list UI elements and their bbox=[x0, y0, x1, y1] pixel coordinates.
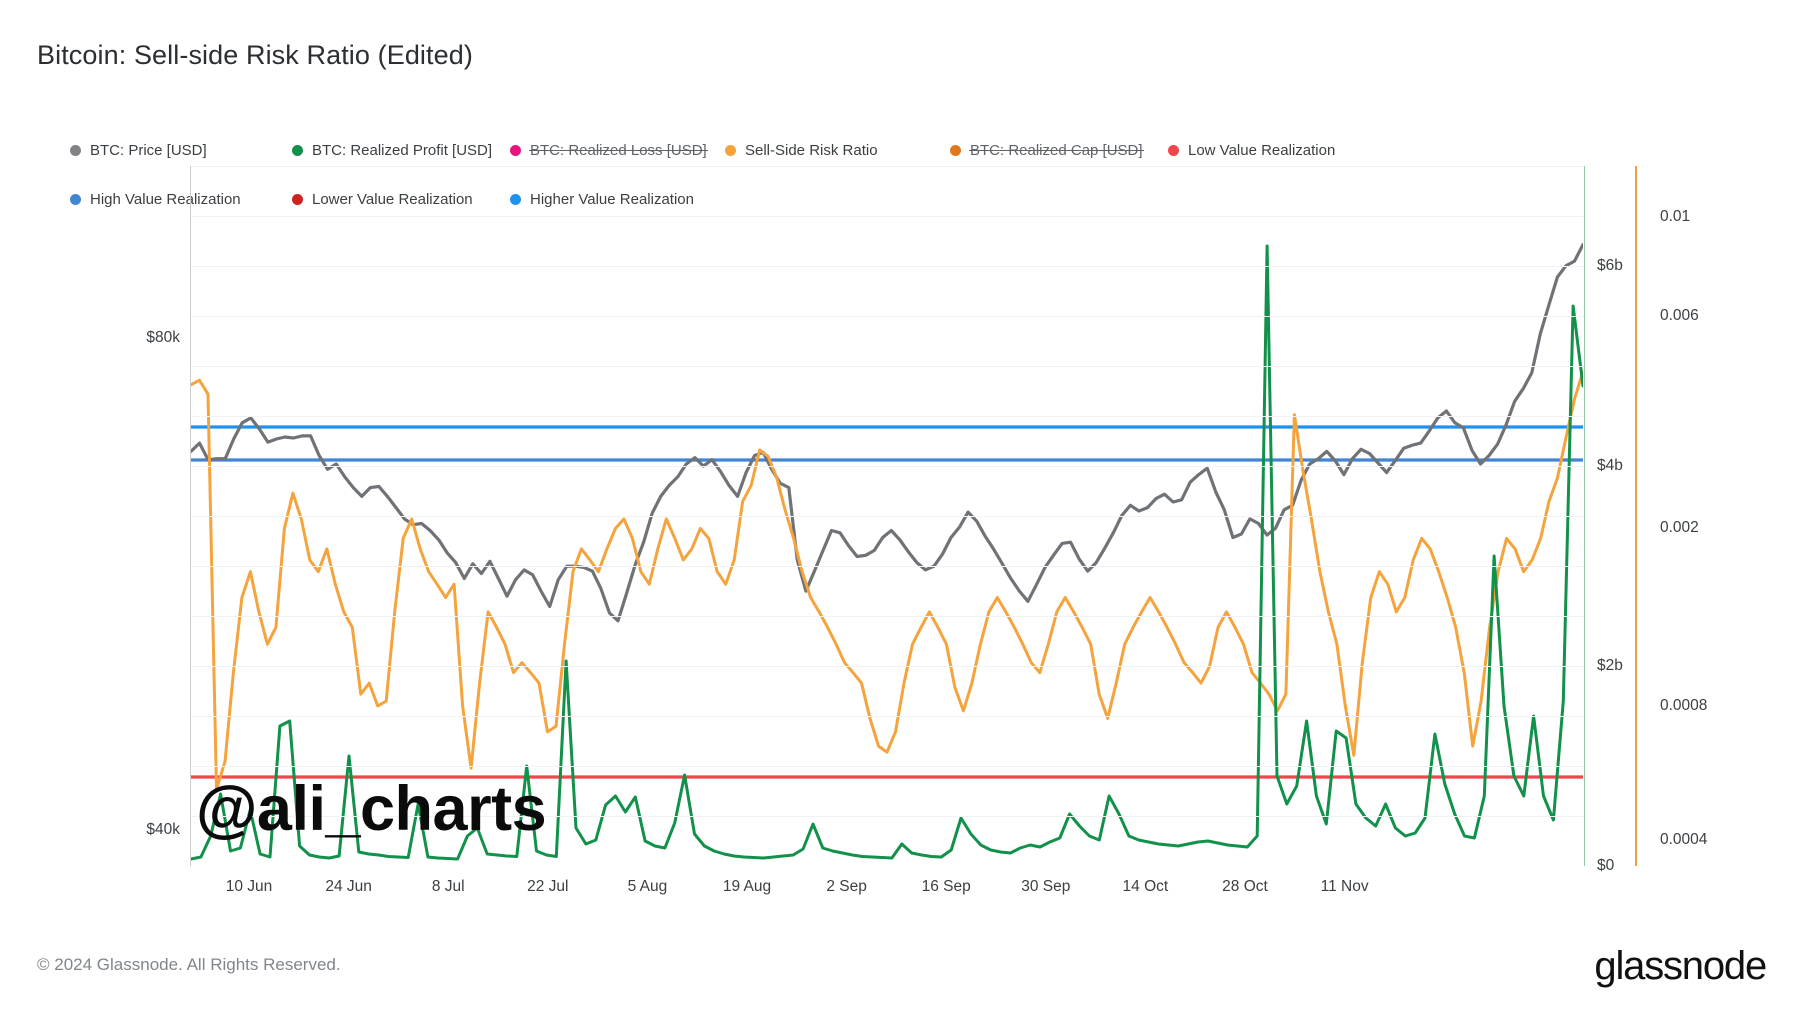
legend-item[interactable]: Sell-Side Risk Ratio bbox=[725, 137, 878, 163]
axis-tick-label: 0.01 bbox=[1660, 208, 1690, 226]
axis-tick-label: $2b bbox=[1597, 657, 1623, 675]
legend-item-label: BTC: Realized Cap [USD] bbox=[970, 142, 1143, 159]
legend-item[interactable]: BTC: Realized Loss [USD] bbox=[510, 137, 707, 163]
legend-color-dot-icon bbox=[950, 145, 961, 156]
x-axis-tick-label: 24 Jun bbox=[325, 878, 372, 896]
plot-canvas bbox=[191, 166, 1584, 866]
legend-item-label: BTC: Realized Loss [USD] bbox=[530, 142, 707, 159]
x-axis-tick-label: 22 Jul bbox=[527, 878, 568, 896]
gridline bbox=[191, 316, 1584, 317]
legend-color-dot-icon bbox=[1168, 145, 1179, 156]
x-axis-tick-label: 2 Sep bbox=[826, 878, 867, 896]
y-axis-price: $80k $40k bbox=[60, 166, 180, 866]
gridline bbox=[191, 566, 1584, 567]
series-line bbox=[191, 371, 1583, 789]
legend-item[interactable]: BTC: Realized Cap [USD] bbox=[950, 137, 1143, 163]
axis-tick-label: $80k bbox=[146, 329, 180, 347]
x-axis-tick-label: 8 Jul bbox=[432, 878, 465, 896]
legend-item-label: Low Value Realization bbox=[1188, 142, 1335, 159]
axis-tick-label: $4b bbox=[1597, 457, 1623, 475]
watermark: @ali_charts bbox=[196, 778, 546, 841]
legend-color-dot-icon bbox=[292, 145, 303, 156]
legend-item[interactable]: Low Value Realization bbox=[1168, 137, 1335, 163]
gridline bbox=[191, 266, 1584, 267]
glassnode-logo: glassnode bbox=[1594, 944, 1766, 989]
x-axis-tick-label: 14 Oct bbox=[1123, 878, 1169, 896]
x-axis-tick-label: 16 Sep bbox=[922, 878, 971, 896]
x-axis-tick-label: 10 Jun bbox=[226, 878, 273, 896]
chart-page: Bitcoin: Sell-side Risk Ratio (Edited) B… bbox=[0, 0, 1800, 1013]
axis-tick-label: $40k bbox=[146, 821, 180, 839]
legend-item-label: BTC: Price [USD] bbox=[90, 142, 207, 159]
gridline bbox=[191, 766, 1584, 767]
page-title: Bitcoin: Sell-side Risk Ratio (Edited) bbox=[37, 40, 473, 71]
legend-item-label: BTC: Realized Profit [USD] bbox=[312, 142, 492, 159]
legend-color-dot-icon bbox=[725, 145, 736, 156]
gridline bbox=[191, 716, 1584, 717]
legend-row: BTC: Price [USD] BTC: Realized Profit [US… bbox=[70, 137, 1590, 163]
x-axis-tick-label: 28 Oct bbox=[1222, 878, 1268, 896]
gridline bbox=[191, 166, 1584, 167]
legend-color-dot-icon bbox=[510, 145, 521, 156]
legend-item-label: Sell-Side Risk Ratio bbox=[745, 142, 878, 159]
series-line bbox=[191, 246, 1583, 859]
legend-item[interactable]: BTC: Price [USD] bbox=[70, 137, 207, 163]
gridline bbox=[191, 466, 1584, 467]
axis-tick-label: 0.0004 bbox=[1660, 831, 1707, 849]
gridline bbox=[191, 366, 1584, 367]
gridline bbox=[191, 216, 1584, 217]
x-axis: 10 Jun 24 Jun 8 Jul 22 Jul 5 Aug 19 Aug 2 Sep 1… bbox=[190, 878, 1585, 908]
legend-color-dot-icon bbox=[70, 145, 81, 156]
legend-item[interactable]: BTC: Realized Profit [USD] bbox=[292, 137, 492, 163]
y-axis-sell-side-risk-ratio: 0.01 0.006 0.002 0.0008 0.0004 bbox=[1660, 166, 1770, 866]
x-axis-tick-label: 30 Sep bbox=[1021, 878, 1070, 896]
gridline bbox=[191, 616, 1584, 617]
gridline bbox=[191, 416, 1584, 417]
axis-tick-label: $6b bbox=[1597, 257, 1623, 275]
gridline bbox=[191, 666, 1584, 667]
copyright-text: © 2024 Glassnode. All Rights Reserved. bbox=[37, 955, 341, 975]
axis-tick-label: 0.002 bbox=[1660, 519, 1699, 537]
axis-tick-label: 0.0008 bbox=[1660, 697, 1707, 715]
x-axis-tick-label: 11 Nov bbox=[1321, 878, 1369, 896]
axis-tick-label: $0 bbox=[1597, 857, 1614, 875]
gridline bbox=[191, 516, 1584, 517]
x-axis-tick-label: 5 Aug bbox=[628, 878, 668, 896]
x-axis-tick-label: 19 Aug bbox=[723, 878, 771, 896]
plot-area bbox=[190, 166, 1585, 866]
axis-tick-label: 0.006 bbox=[1660, 307, 1699, 325]
y-axis-realized-profit: $6b$4b$2b$0 bbox=[1597, 166, 1657, 866]
